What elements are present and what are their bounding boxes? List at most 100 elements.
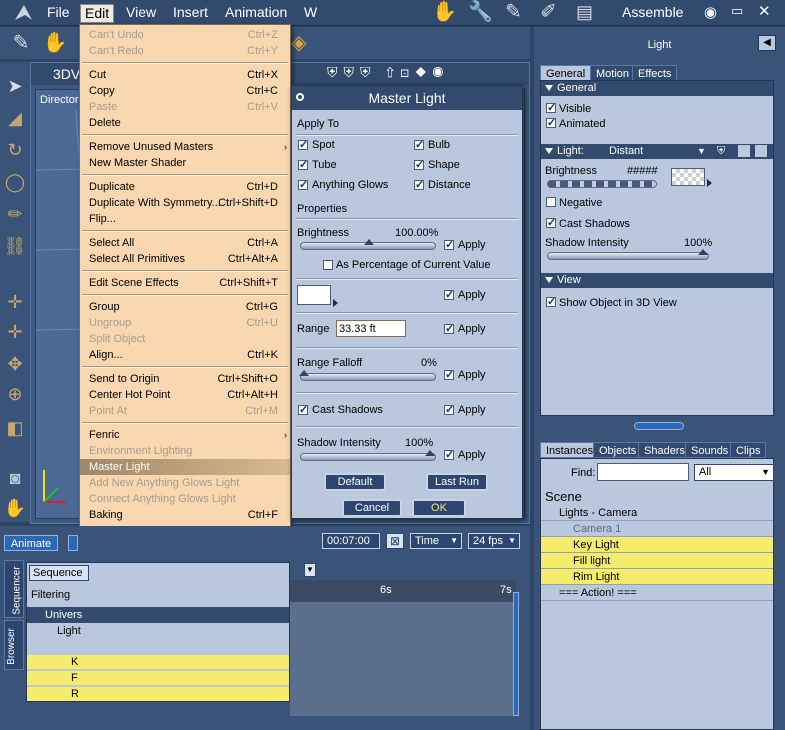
center-icon[interactable]: ⊕: [3, 382, 27, 406]
scene-item-fill-light[interactable]: Fill light: [541, 553, 773, 569]
shadow-intensity-slider[interactable]: [300, 450, 436, 461]
last-run-button[interactable]: Last Run: [426, 473, 488, 491]
scale-icon[interactable]: ✥: [3, 352, 27, 376]
rotate-icon[interactable]: ↻: [3, 138, 27, 162]
spot-checkbox[interactable]: [298, 138, 308, 151]
menu-animation[interactable]: Animation: [225, 4, 287, 21]
hand-icon[interactable]: ✋: [432, 0, 460, 24]
tab-sequencer[interactable]: Sequencer: [4, 560, 24, 618]
pen-icon[interactable]: ✎: [505, 0, 533, 24]
seq-row-f[interactable]: F: [27, 671, 289, 685]
brightness-apply-checkbox[interactable]: [444, 238, 454, 251]
color-picker-arrow-icon[interactable]: [333, 299, 338, 307]
negative-checkbox[interactable]: [546, 197, 556, 207]
load-icon[interactable]: [755, 145, 767, 157]
scene-item-rim-light[interactable]: Rim Light: [541, 569, 773, 585]
cast-shadows-apply-checkbox[interactable]: [444, 403, 454, 416]
fps-select[interactable]: 24 fps ▼: [468, 533, 520, 549]
menu-edit[interactable]: Edit: [80, 4, 115, 23]
menu-item-select-all-primitives[interactable]: Select All Primitives Ctrl+Alt+A: [80, 251, 290, 267]
camera-icon[interactable]: ◙: [3, 466, 27, 490]
lights-row[interactable]: Light: [27, 623, 289, 639]
menu-item-edit-scene-effects[interactable]: Edit Scene Effects Ctrl+Shift+T: [80, 275, 290, 291]
filter-select[interactable]: All ▼: [694, 464, 774, 481]
move-icon[interactable]: ◢: [3, 106, 27, 130]
universe-row[interactable]: Univers: [27, 607, 289, 623]
menu-file[interactable]: File: [47, 4, 70, 21]
light-gizmo-icon[interactable]: ⛨: [717, 144, 725, 159]
menu-item-center-hot-point[interactable]: Center Hot Point Ctrl+Alt+H: [80, 387, 290, 403]
cast-shadows-checkbox[interactable]: [298, 403, 308, 416]
menu-item-duplicate[interactable]: Duplicate Ctrl+D: [80, 179, 290, 195]
anything-glows-checkbox[interactable]: [298, 178, 308, 191]
select-arrow-icon[interactable]: ➤: [3, 74, 27, 98]
wrench-icon[interactable]: 🔧: [468, 0, 496, 24]
eye-icon[interactable]: ◉: [704, 3, 717, 21]
tab-shaders[interactable]: Shaders: [638, 442, 691, 458]
timeline-toggle-button[interactable]: [68, 535, 78, 551]
scene-item-lights-camera[interactable]: Lights - Camera: [541, 505, 773, 521]
pencil-icon[interactable]: ✏: [3, 202, 27, 226]
grab-icon[interactable]: ✋: [42, 30, 68, 56]
as-percentage-checkbox[interactable]: [323, 260, 333, 270]
shadow-intensity-slider-thumb[interactable]: [425, 450, 435, 456]
panel-splitter[interactable]: [634, 422, 684, 430]
link-icon[interactable]: ⛓: [3, 234, 27, 258]
wand-icon[interactable]: ✎: [8, 30, 34, 56]
timeline-scrollbar[interactable]: [513, 592, 519, 716]
brush-icon[interactable]: ✐: [540, 0, 568, 24]
restore-icon[interactable]: ▭: [731, 3, 743, 19]
brightness-slider[interactable]: [300, 239, 436, 250]
menu-view[interactable]: View: [126, 4, 156, 21]
menu-window[interactable]: W: [304, 4, 317, 21]
time-mode-select[interactable]: Time ▼: [410, 533, 462, 549]
menu-item-cut[interactable]: Cut Ctrl+X: [80, 67, 290, 83]
menu-item-flip[interactable]: Flip...: [80, 211, 290, 227]
brightness-slider-thumb[interactable]: [364, 239, 374, 245]
seq-row-r[interactable]: R: [27, 687, 289, 701]
menu-item-master-light[interactable]: Master Light: [80, 459, 290, 475]
light-section-header[interactable]: Light: Distant ▼ ⛨: [541, 144, 773, 159]
torus-icon[interactable]: ◯: [3, 170, 27, 194]
view-section-header[interactable]: View: [541, 273, 773, 288]
tab-browser[interactable]: Browser: [4, 620, 24, 670]
range-input[interactable]: [336, 320, 406, 337]
menu-item-copy[interactable]: Copy Ctrl+C: [80, 83, 290, 99]
shape-checkbox[interactable]: [414, 158, 424, 171]
menu-item-new-master-shader[interactable]: New Master Shader: [80, 155, 290, 171]
scene-item-key-light[interactable]: Key Light: [541, 537, 773, 553]
tab-objects[interactable]: Objects: [593, 442, 643, 458]
tab-instances[interactable]: Instances: [540, 442, 600, 458]
light-shadow-intensity-slider[interactable]: [547, 249, 709, 260]
menu-item-delete[interactable]: Delete: [80, 115, 290, 131]
light-type-select[interactable]: Distant: [609, 144, 643, 159]
ok-button[interactable]: OK: [412, 499, 466, 517]
move-xz-icon[interactable]: ✛: [3, 320, 27, 344]
move-xyz-icon[interactable]: ✛: [3, 290, 27, 314]
tab-clips[interactable]: Clips: [730, 442, 767, 458]
menu-item-fenric[interactable]: Fenric ›: [80, 427, 290, 443]
light-cast-shadows-checkbox[interactable]: [546, 216, 556, 229]
menu-item-duplicate-with-symmetry[interactable]: Duplicate With Symmetry... Ctrl+Shift+D: [80, 195, 290, 211]
collapse-panel-icon[interactable]: ◀: [758, 35, 776, 51]
animate-button[interactable]: Animate: [4, 535, 58, 551]
menu-item-send-to-origin[interactable]: Send to Origin Ctrl+Shift+O: [80, 371, 290, 387]
timeline-dropdown-icon[interactable]: ▼: [304, 563, 316, 577]
dialog-close-icon[interactable]: [296, 93, 304, 101]
tube-checkbox[interactable]: [298, 158, 308, 171]
light-shadow-slider-thumb[interactable]: [698, 249, 708, 255]
save-icon[interactable]: [738, 145, 750, 157]
show-object-checkbox[interactable]: [546, 295, 556, 308]
distance-checkbox[interactable]: [414, 178, 424, 191]
menu-item-remove-unused-masters[interactable]: Remove Unused Masters ›: [80, 139, 290, 155]
menu-insert[interactable]: Insert: [173, 4, 208, 21]
dialog-title-bar[interactable]: Master Light: [292, 86, 522, 110]
light-color-arrow-icon[interactable]: [707, 179, 712, 187]
scene-item-action[interactable]: === Action! ===: [541, 585, 773, 601]
tab-effects[interactable]: Effects: [632, 65, 678, 81]
box-icon[interactable]: ◧: [3, 416, 27, 440]
default-button[interactable]: Default: [324, 473, 386, 491]
light-brightness-slider[interactable]: [547, 180, 657, 188]
bulb-checkbox[interactable]: [414, 138, 424, 151]
close-icon[interactable]: ✕: [758, 2, 771, 20]
